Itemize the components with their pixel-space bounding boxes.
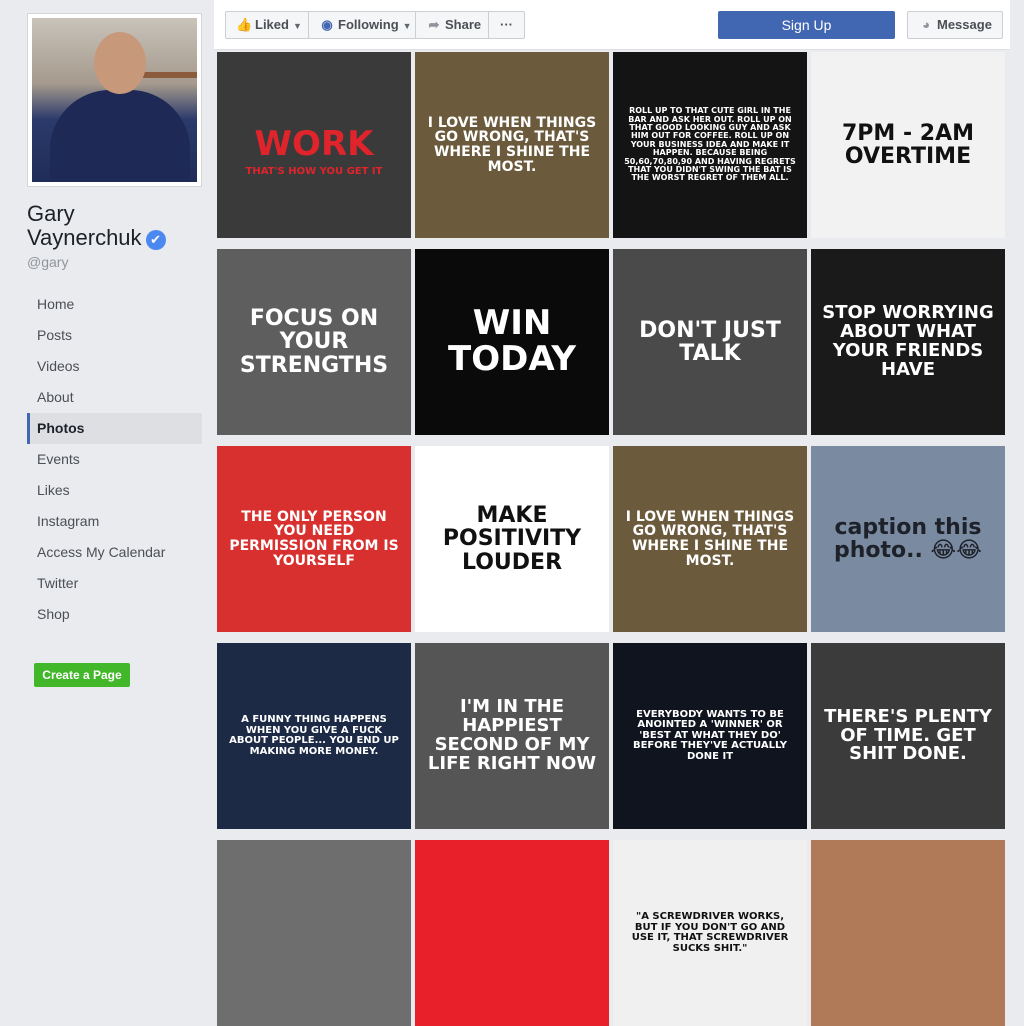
messenger-icon: ◕ — [922, 17, 930, 32]
photo-caption-text: A FUNNY THING HAPPENS WHEN YOU GIVE A FU… — [229, 714, 399, 757]
photo-tile[interactable]: FOCUS ON YOUR STRENGTHS — [217, 249, 411, 435]
photo-tile[interactable]: STOP WORRYING ABOUT WHAT YOUR FRIENDS HA… — [811, 249, 1005, 435]
photo-tile[interactable]: 7PM - 2AM OVERTIME — [811, 52, 1005, 238]
sidebar-item-about[interactable]: About — [27, 382, 202, 413]
photo-tile[interactable]: WIN TODAY — [415, 249, 609, 435]
photo-caption-text: ROLL UP TO THAT CUTE GIRL IN THE BAR AND… — [624, 106, 796, 183]
profile-picture[interactable] — [27, 13, 202, 187]
photo-caption-text: WORK — [254, 124, 374, 165]
photo-tile[interactable]: ROLL UP TO THAT CUTE GIRL IN THE BAR AND… — [613, 52, 807, 238]
share-button[interactable]: ➦ Share — [415, 11, 493, 39]
message-label: Message — [937, 17, 992, 32]
photo-tile[interactable]: caption this photo.. 😂😂 — [811, 446, 1005, 632]
photo-caption-text: I'M IN THE HAPPIEST SECOND OF MY LIFE RI… — [427, 696, 597, 774]
following-label: Following — [338, 17, 399, 32]
sidebar-item-home[interactable]: Home — [27, 289, 202, 320]
photo-caption-text: FOCUS ON YOUR STRENGTHS — [239, 306, 389, 378]
photo-caption-text: WIN TODAY — [448, 303, 576, 379]
page-name-first: Gary — [27, 201, 75, 226]
sidebar-item-twitter[interactable]: Twitter — [27, 568, 202, 599]
message-button[interactable]: ◕ Message — [907, 11, 1003, 39]
chevron-down-icon: ▼ — [402, 21, 412, 31]
sidebar-item-posts[interactable]: Posts — [27, 320, 202, 351]
photo-tile[interactable]: A FUNNY THING HAPPENS WHEN YOU GIVE A FU… — [217, 643, 411, 829]
photo-caption-text: "A SCREWDRIVER WORKS, BUT IF YOU DON'T G… — [631, 911, 789, 954]
photo-caption-text: THERE'S PLENTY OF TIME. GET SHIT DONE. — [824, 705, 992, 765]
sidebar-item-photos[interactable]: Photos — [27, 413, 202, 444]
photo-tile[interactable] — [415, 840, 609, 1026]
photo-tile[interactable]: "A SCREWDRIVER WORKS, BUT IF YOU DON'T G… — [613, 840, 807, 1026]
following-button[interactable]: ◉ Following ▼ — [308, 11, 423, 39]
photo-caption-text: I LOVE WHEN THINGS GO WRONG, THAT'S WHER… — [625, 508, 795, 569]
liked-button[interactable]: 👍 Liked ▼ — [225, 11, 313, 39]
sidebar-item-instagram[interactable]: Instagram — [27, 506, 202, 537]
photo-tile[interactable]: THERE'S PLENTY OF TIME. GET SHIT DONE. — [811, 643, 1005, 829]
photo-subcaption-text: THAT'S HOW YOU GET IT — [245, 166, 383, 177]
verified-badge-icon: ✔ — [145, 230, 166, 250]
photo-tile[interactable]: MAKE POSITIVITY LOUDER — [415, 446, 609, 632]
page-nav: Home Posts Videos About Photos Events Likes Ins… — [27, 289, 202, 630]
head-graphic — [94, 32, 146, 94]
page-title[interactable]: Gary Vaynerchuk ✔ — [27, 202, 207, 250]
photo-tile[interactable]: WORK THAT'S HOW YOU GET IT — [217, 52, 411, 238]
page-name-last: Vaynerchuk — [27, 225, 142, 250]
photo-caption-text: MAKE POSITIVITY LOUDER — [442, 503, 582, 575]
photo-tile[interactable] — [217, 840, 411, 1026]
sidebar-item-likes[interactable]: Likes — [27, 475, 202, 506]
avatar — [32, 18, 197, 182]
rss-icon: ◉ — [321, 17, 333, 32]
left-sidebar: Gary Vaynerchuk ✔ @gary Home Posts Videos Ab… — [0, 0, 214, 904]
sidebar-item-access-my-calendar[interactable]: Access My Calendar — [27, 537, 202, 568]
liked-label: Liked — [255, 17, 289, 32]
share-arrow-icon: ➦ — [428, 17, 440, 32]
thumbs-up-icon: 👍 — [236, 17, 253, 32]
bookshelf-graphic — [137, 72, 197, 78]
page-handle[interactable]: @gary — [27, 254, 68, 270]
photo-tile[interactable]: THE ONLY PERSON YOU NEED PERMISSION FROM… — [217, 446, 411, 632]
sign-up-button[interactable]: Sign Up — [718, 11, 895, 39]
shirt-graphic — [50, 90, 190, 182]
photo-caption-text: 7PM - 2AM OVERTIME — [842, 120, 974, 169]
sidebar-item-events[interactable]: Events — [27, 444, 202, 475]
more-options-button[interactable]: ··· — [488, 11, 525, 39]
chevron-down-icon: ▼ — [292, 21, 302, 31]
photo-tile[interactable]: DON'T JUST TALK — [613, 249, 807, 435]
photo-caption-text: THE ONLY PERSON YOU NEED PERMISSION FROM… — [229, 508, 399, 569]
photo-tile[interactable]: I LOVE WHEN THINGS GO WRONG, THAT'S WHER… — [613, 446, 807, 632]
sidebar-item-videos[interactable]: Videos — [27, 351, 202, 382]
create-page-button[interactable]: Create a Page — [34, 663, 130, 687]
photo-caption-text: EVERYBODY WANTS TO BE ANOINTED A 'WINNER… — [632, 708, 788, 762]
sidebar-item-shop[interactable]: Shop — [27, 599, 202, 630]
photo-caption-text: I LOVE WHEN THINGS GO WRONG, THAT'S WHER… — [427, 114, 597, 175]
share-label: Share — [445, 17, 482, 32]
photo-tile[interactable]: EVERYBODY WANTS TO BE ANOINTED A 'WINNER… — [613, 643, 807, 829]
action-bar: 👍 Liked ▼ ◉ Following ▼ ➦ Share ··· Sign Up ◕… — [214, 0, 1010, 50]
photo-tile[interactable]: I'M IN THE HAPPIEST SECOND OF MY LIFE RI… — [415, 643, 609, 829]
photo-caption-text: caption this photo.. 😂😂 — [834, 514, 982, 563]
photo-caption-text: STOP WORRYING ABOUT WHAT YOUR FRIENDS HA… — [822, 302, 994, 380]
photo-caption-text: DON'T JUST TALK — [639, 317, 781, 366]
photo-tile[interactable]: I LOVE WHEN THINGS GO WRONG, THAT'S WHER… — [415, 52, 609, 238]
photo-tile[interactable] — [811, 840, 1005, 1026]
